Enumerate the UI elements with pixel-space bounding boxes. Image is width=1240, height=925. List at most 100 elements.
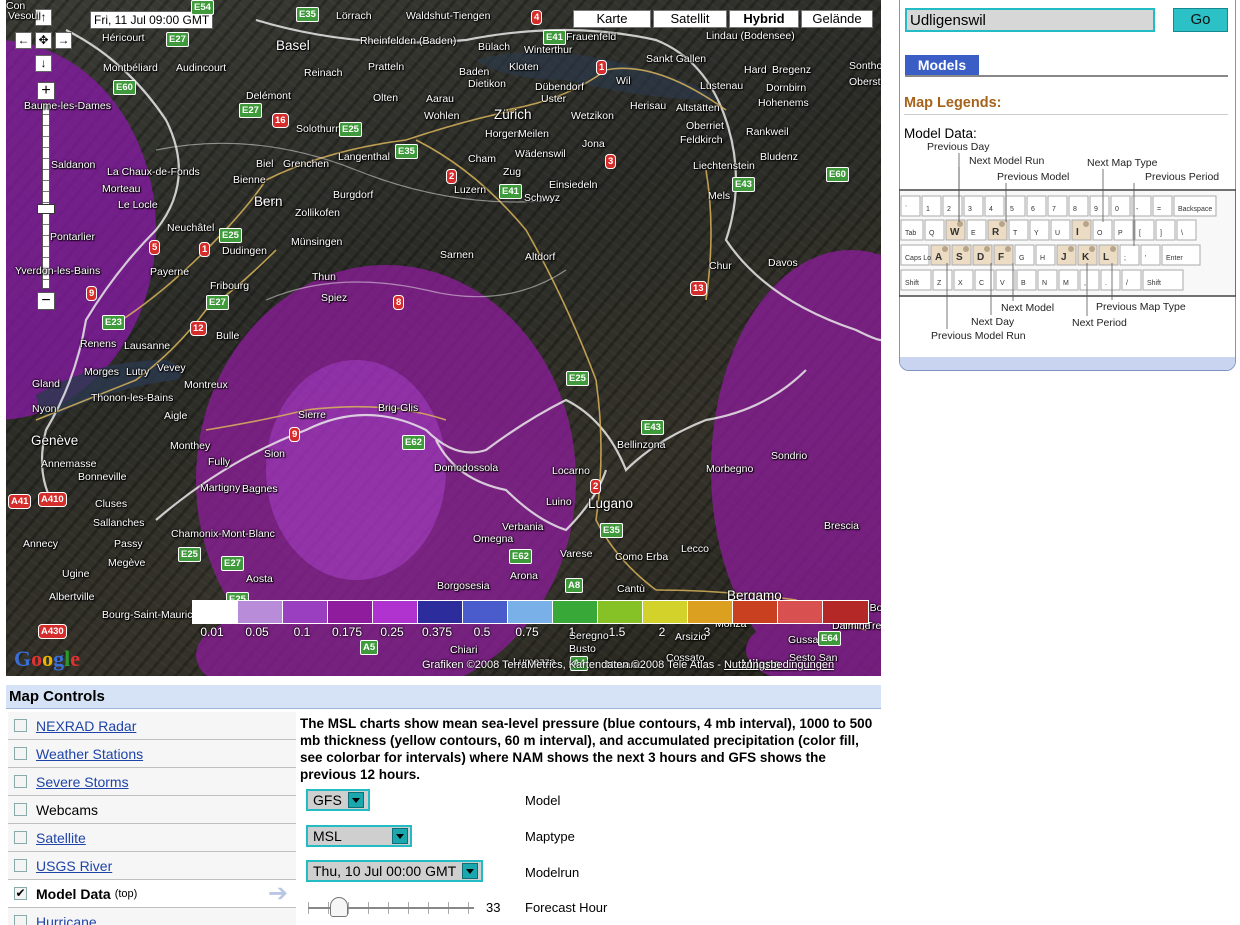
layer-item-satellite[interactable]: Satellite	[8, 824, 296, 852]
keyboard-key-marker	[1068, 246, 1074, 252]
place-label: Bienne	[233, 174, 266, 186]
place-label: Waldshut-Tiengen	[406, 10, 491, 22]
colorbar-tick-label: 2	[658, 625, 666, 639]
model-row: GFS	[306, 789, 370, 811]
colorbar-swatch	[193, 601, 238, 623]
google-logo-letter: G	[14, 646, 32, 671]
layer-checkbox[interactable]	[14, 803, 27, 816]
layer-label[interactable]: Severe Storms	[36, 774, 129, 790]
layer-label[interactable]: Satellite	[36, 830, 86, 846]
layer-item-model-data[interactable]: ✔ Model Data (top)	[8, 880, 296, 908]
model-label: Model	[525, 793, 561, 808]
layer-checkbox[interactable]	[14, 719, 27, 732]
place-label: Saldanon	[51, 159, 96, 171]
place-label: Sondrio	[771, 450, 808, 462]
keyboard-key	[1008, 219, 1029, 241]
keyboard-key	[1014, 244, 1035, 266]
layer-checkbox[interactable]	[14, 747, 27, 760]
keyboard-key-marker	[942, 246, 948, 252]
place-label: Omegna	[473, 533, 514, 545]
place-label: Neuchâtel	[167, 222, 215, 234]
colorbar-tick-label: 0.75	[515, 625, 539, 639]
layer-item-nexrad-radar[interactable]: NEXRAD Radar	[8, 712, 296, 740]
keyboard-key-label: 8	[1073, 206, 1077, 213]
layer-checkbox[interactable]	[14, 859, 27, 872]
road-shield: 2	[446, 169, 458, 184]
colorbar-tick-label: 3	[703, 625, 711, 639]
slider-thumb[interactable]	[330, 897, 348, 917]
place-label: Biel	[256, 158, 274, 170]
place-label: Megève	[108, 557, 146, 569]
legend-callout-label: Previous Period	[1145, 171, 1219, 183]
zoom-in-button[interactable]: +	[37, 82, 55, 100]
pan-right-icon[interactable]: →	[55, 32, 72, 49]
road-shield: E27	[206, 295, 229, 310]
colorbar-tick-label: 0.05	[245, 625, 269, 639]
map-view[interactable]: Fri, 11 Jul 09:00 GMT Karte Satellit Hybri…	[6, 0, 881, 676]
colorbar-swatch	[688, 601, 733, 623]
place-label: Aigle	[164, 410, 188, 422]
place-label: Luzern	[454, 184, 487, 196]
place-label: Wohlen	[424, 110, 460, 122]
colorbar-swatch	[373, 601, 418, 623]
place-label: La Chaux-de-Fonds	[107, 166, 200, 178]
legend-callout-label: Next Model Run	[969, 155, 1044, 167]
place-label: Lugano	[588, 496, 634, 511]
precip-colorbar	[192, 600, 869, 624]
model-select[interactable]: GFS	[306, 789, 370, 811]
zoom-slider-thumb[interactable]	[37, 204, 55, 214]
keyboard-key	[1079, 269, 1100, 291]
road-shield: 3	[605, 154, 617, 169]
layer-checkbox[interactable]	[14, 831, 27, 844]
keyboard-key-label: \	[1181, 230, 1183, 237]
keyboard-key	[932, 269, 953, 291]
place-label: Monthey	[170, 440, 211, 452]
keyboard-key	[984, 195, 1005, 217]
layer-item-usgs-river[interactable]: USGS River	[8, 852, 296, 880]
keyboard-key-label: L	[1103, 252, 1109, 263]
place-label: Lecco	[681, 543, 710, 555]
location-search-input[interactable]	[905, 8, 1155, 32]
place-label: Gland	[32, 378, 61, 390]
keyboard-key-label: X	[958, 280, 963, 287]
road-shield: A5	[360, 640, 379, 655]
place-label: Langenthal	[338, 151, 390, 163]
colorbar-swatch	[643, 601, 688, 623]
colorbar-tick-label: 1	[568, 625, 576, 639]
layer-label[interactable]: NEXRAD Radar	[36, 718, 136, 734]
modelrun-select[interactable]: Thu, 10 Jul 00:00 GMT	[306, 860, 483, 882]
zoom-out-button[interactable]: −	[37, 292, 55, 310]
map-type-hybrid-button[interactable]: Hybrid	[729, 10, 799, 28]
layer-label[interactable]: USGS River	[36, 858, 112, 874]
place-label: Héricourt	[102, 32, 145, 44]
layer-item-webcams[interactable]: Webcams	[8, 796, 296, 824]
keyboard-key	[1029, 219, 1050, 241]
layer-checkbox[interactable]: ✔	[14, 887, 27, 900]
pan-down-icon[interactable]: ↓	[35, 55, 52, 72]
zoom-slider-track[interactable]	[42, 103, 50, 289]
map-type-gelnde-button[interactable]: Gelände	[801, 10, 873, 28]
road-shield: 9	[86, 286, 98, 301]
place-label: Sion	[264, 448, 286, 460]
layer-item-hurricane[interactable]: Hurricane	[8, 908, 296, 925]
tab-models[interactable]: Models	[905, 55, 979, 76]
place-label: Nyon	[32, 403, 57, 415]
layer-checkbox[interactable]	[14, 775, 27, 788]
forecast-hour-slider[interactable]	[308, 897, 474, 917]
map-type-karte-button[interactable]: Karte	[573, 10, 651, 28]
pan-left-icon[interactable]: ←	[15, 32, 32, 49]
map-type-satellit-button[interactable]: Satellit	[653, 10, 727, 28]
layer-item-severe-storms[interactable]: Severe Storms	[8, 768, 296, 796]
layer-label[interactable]: Hurricane	[36, 914, 97, 925]
place-label: Aarau	[426, 93, 455, 105]
terms-link[interactable]: Nutzungsbedingungen	[724, 659, 834, 671]
layer-label[interactable]: Weather Stations	[36, 746, 143, 762]
go-button[interactable]: Go	[1173, 8, 1228, 32]
layer-item-weather-stations[interactable]: Weather Stations	[8, 740, 296, 768]
keyboard-key	[953, 269, 974, 291]
pan-center-icon[interactable]: ✥	[35, 32, 52, 49]
layer-checkbox[interactable]	[14, 915, 27, 925]
maptype-select[interactable]: MSL	[306, 825, 412, 847]
road-shield: E27	[239, 103, 262, 118]
keyboard-key-label: Shift	[1147, 280, 1161, 287]
